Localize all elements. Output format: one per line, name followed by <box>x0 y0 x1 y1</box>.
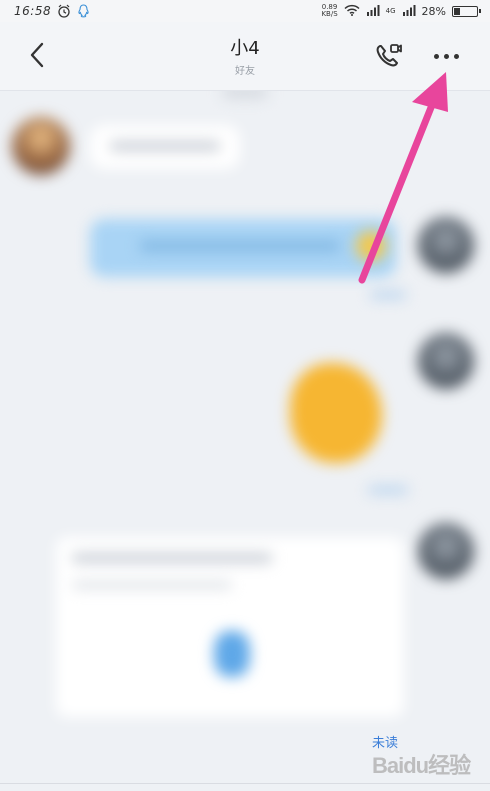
network-type: 4G <box>385 6 396 15</box>
back-button[interactable] <box>22 40 52 70</box>
shared-card[interactable] <box>56 537 404 717</box>
chat-header: 小4 好友 <box>0 22 490 91</box>
received-text <box>110 141 220 151</box>
message-list[interactable] <box>0 91 490 791</box>
card-thumbnail <box>214 631 250 677</box>
my-avatar[interactable] <box>418 523 474 579</box>
battery-icon <box>452 5 481 17</box>
watermark: Baidu经验 <box>372 753 471 778</box>
dot-icon <box>453 53 459 59</box>
card-desc <box>72 581 232 589</box>
sticker-image[interactable] <box>290 363 382 463</box>
qq-icon <box>77 4 90 18</box>
sent-text <box>140 241 340 251</box>
chat-title-block[interactable]: 小4 好友 <box>145 34 345 77</box>
status-bar: 16:58 0.89 KB/S 4G 28% <box>0 0 490 22</box>
more-options-button[interactable] <box>428 44 464 68</box>
dot-icon <box>433 53 439 59</box>
time-divider <box>222 91 268 99</box>
net-speed: 0.89 KB/S <box>321 3 338 18</box>
read-mark <box>370 291 406 299</box>
alarm-icon <box>57 4 71 18</box>
chevron-left-icon <box>30 42 44 68</box>
card-title <box>72 553 272 563</box>
read-mark <box>368 486 408 494</box>
call-button[interactable] <box>372 40 406 72</box>
dot-icon <box>443 53 449 59</box>
wifi-icon <box>344 4 360 19</box>
contact-relation: 好友 <box>235 66 255 77</box>
status-time: 16:58 <box>14 4 52 18</box>
contact-name: 小4 <box>230 38 260 59</box>
signal-icon-2 <box>402 4 416 19</box>
phone-video-icon <box>376 44 402 67</box>
contact-avatar[interactable] <box>12 117 70 175</box>
emoji-mark <box>356 231 386 261</box>
my-avatar[interactable] <box>418 333 474 389</box>
signal-icon <box>366 4 380 19</box>
battery-percent: 28% <box>421 4 446 18</box>
chat-screen: 16:58 0.89 KB/S 4G 28% 小4 好友 未读 Baidu经验 <box>0 0 490 791</box>
status-right: 0.89 KB/S 4G 28% <box>321 3 481 19</box>
my-avatar[interactable] <box>418 217 474 273</box>
divider <box>0 783 490 784</box>
